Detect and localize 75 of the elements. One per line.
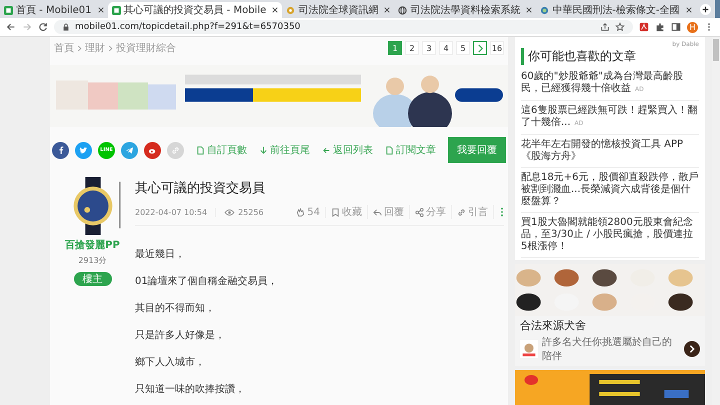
bookmark-icon [331, 208, 340, 216]
author-score: 2913分 [78, 255, 107, 266]
browser-tab[interactable]: 其心可議的投資交易員 - Mobile [108, 2, 282, 18]
page-button[interactable]: 3 [422, 41, 436, 55]
puzzle-icon[interactable] [655, 22, 665, 32]
close-icon[interactable] [686, 7, 692, 13]
back-icon[interactable] [6, 22, 16, 32]
section-title: 你可能也喜歡的文章 [521, 48, 699, 65]
eye-icon [224, 208, 236, 216]
arrow-button[interactable] [684, 341, 700, 357]
document-icon [385, 146, 394, 154]
post-text: 最近幾日， [135, 248, 186, 262]
link-icon [457, 208, 466, 216]
emblem-icon [286, 6, 296, 14]
logo-icon [520, 340, 538, 358]
chevron-icon [108, 44, 113, 52]
down-arrow-icon [259, 146, 268, 154]
document-icon [196, 146, 205, 154]
page-button[interactable]: 4 [439, 41, 453, 55]
pdf-extension-icon[interactable] [639, 22, 649, 32]
more-icon[interactable] [500, 207, 504, 217]
post-date: 2022-04-07 10:54 [135, 208, 216, 216]
next-page-button[interactable] [473, 41, 487, 55]
bird-icon [79, 146, 88, 154]
post-text: 只知道一味的吹捧按讚， [135, 383, 246, 397]
share-icon [415, 208, 424, 216]
article-link[interactable]: 花半年左右開發的憶核投資工具 APP《股海方舟》 [521, 135, 699, 168]
weibo-share-button[interactable] [144, 142, 161, 158]
twitter-share-button[interactable] [75, 142, 92, 158]
address-bar[interactable]: mobile01.com/topicdetail.php?f=291&t=6570350 [54, 20, 633, 34]
article-link[interactable]: 配息18元+6元，股價卻直殺跌停，散戶被割到濺血...長榮減資六成背後是個什麼盤算？ [521, 168, 699, 213]
page-button[interactable]: 16 [490, 41, 504, 55]
post-text: 只是許多人好像是， [135, 329, 226, 343]
post-text: 01論壇來了個自稱金融交易員， [135, 275, 279, 289]
ad-text: 許多名犬任你挑選屬於自己的陪伴 [542, 336, 673, 363]
browser-tab[interactable]: 中華民國刑法-檢索條文-全國 [536, 2, 696, 18]
emblem-icon [540, 6, 550, 14]
star-icon[interactable] [615, 22, 625, 32]
hand-icon [296, 208, 306, 216]
browser-tab[interactable]: 首頁 - Mobile01 [0, 2, 108, 18]
lock-icon[interactable] [62, 23, 70, 31]
share-icon[interactable] [600, 22, 610, 32]
facebook-icon [56, 146, 64, 154]
view-count: 25256 [238, 208, 264, 216]
close-icon[interactable] [272, 7, 278, 13]
close-icon[interactable] [526, 7, 532, 13]
author-tag: 樓主 [74, 272, 112, 286]
back-arrow-icon [322, 146, 331, 154]
page-button[interactable]: 5 [456, 41, 470, 55]
post-text: 鄉下人入城市， [135, 356, 206, 370]
new-tab-icon[interactable] [700, 4, 710, 15]
browser-tab[interactable]: 司法院法學資料檢索系統 [394, 2, 536, 18]
scrollbar-thumb[interactable] [713, 39, 719, 61]
title-bar [714, 0, 720, 18]
telegram-share-button[interactable] [121, 142, 138, 158]
chevron-icon [77, 44, 82, 52]
reload-icon[interactable] [38, 22, 48, 32]
globe-icon [398, 6, 408, 14]
ad-headline: 合法來源犬舍 [519, 318, 587, 333]
link-icon [171, 146, 180, 154]
site-icon [4, 6, 13, 14]
post-title: 其心可議的投資交易員 [135, 180, 266, 197]
side-panel-icon[interactable] [671, 22, 681, 32]
reply-arrow-icon [373, 208, 382, 216]
url-text: mobile01.com/topicdetail.php?f=291&t=6570350 [75, 22, 302, 32]
facebook-share-button[interactable] [52, 142, 69, 158]
page-button[interactable]: 2 [405, 41, 419, 55]
chevron-icon [476, 44, 484, 52]
browser-tab[interactable]: 司法院全球資訊網 [282, 2, 394, 18]
paper-plane-icon [125, 146, 134, 154]
article-link[interactable]: 買1股大魯閣就能領2800元股東會紀念品，至3/30止 / 小股民瘋搶，股價連拉5根漲停！ [521, 213, 699, 258]
site-icon [112, 6, 120, 14]
close-icon[interactable] [384, 7, 390, 13]
close-icon[interactable] [98, 7, 104, 13]
post-text: 其目的不得而知， [135, 302, 216, 316]
